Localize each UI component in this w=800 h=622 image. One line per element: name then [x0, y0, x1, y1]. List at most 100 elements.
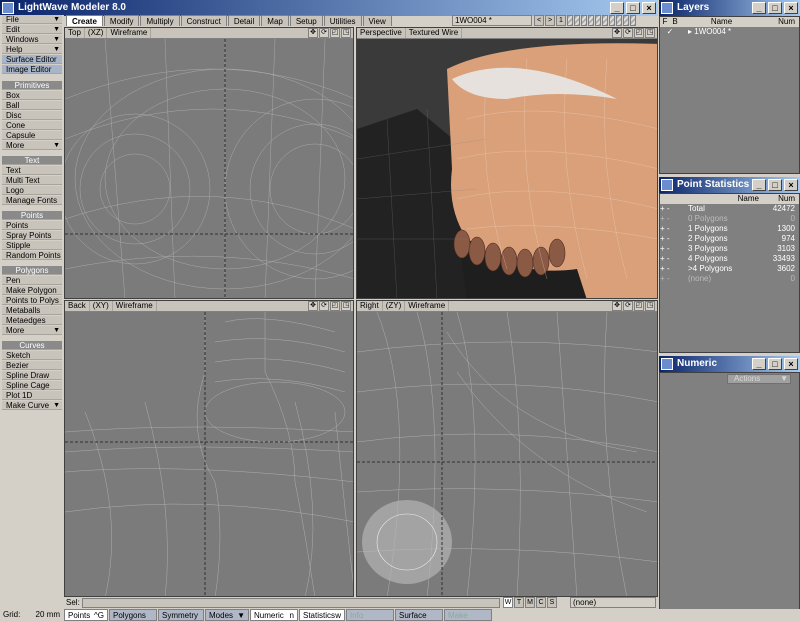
surface-select[interactable]: (none)	[570, 597, 656, 608]
pen-button[interactable]: Pen	[2, 276, 62, 285]
move-view-icon[interactable]: ✥	[612, 301, 622, 311]
logo-button[interactable]: Logo	[2, 186, 62, 195]
cone-button[interactable]: Cone	[2, 121, 62, 130]
text-button[interactable]: Text	[2, 166, 62, 175]
surface-editor-button[interactable]: Surface Editor	[2, 55, 62, 64]
points-mode-button[interactable]: Points ^G	[64, 609, 108, 621]
metaballs-button[interactable]: Metaballs	[2, 306, 62, 315]
spray-points-button[interactable]: Spray Points	[2, 231, 62, 240]
make-button[interactable]: Make	[444, 609, 492, 621]
plus-minus-icon[interactable]: + -	[660, 234, 684, 244]
maximize-icon[interactable]: □	[768, 358, 782, 370]
stats-row[interactable]: + - Total 42472	[660, 204, 799, 214]
ball-button[interactable]: Ball	[2, 101, 62, 110]
move-view-icon[interactable]: ✥	[612, 28, 622, 38]
stats-row[interactable]: + - 0 Polygons 0	[660, 214, 799, 224]
plot-1d-button[interactable]: Plot 1D	[2, 391, 62, 400]
layer-slot[interactable]	[630, 15, 636, 26]
render-mode-select[interactable]: Wireframe	[113, 301, 157, 311]
multi-text-button[interactable]: Multi Text	[2, 176, 62, 185]
bezier-button[interactable]: Bezier	[2, 361, 62, 370]
render-mode-select[interactable]: Wireframe	[107, 28, 152, 38]
rotate-view-icon[interactable]: ⟳	[319, 28, 329, 38]
minimize-icon[interactable]: _	[610, 2, 624, 14]
polygons-mode-button[interactable]: Polygons	[109, 609, 157, 621]
close-icon[interactable]: ×	[642, 2, 656, 14]
tab-setup[interactable]: Setup	[289, 15, 323, 26]
points-to-polys-button[interactable]: Points to Polys	[2, 296, 62, 305]
minimize-icon[interactable]: _	[752, 2, 766, 14]
random-points-button[interactable]: Random Points	[2, 251, 62, 260]
make-polygon-button[interactable]: Make Polygon	[2, 286, 62, 295]
plus-minus-icon[interactable]: + -	[660, 214, 684, 224]
tab-utilities[interactable]: Utilities	[323, 15, 362, 26]
spline-cage-button[interactable]: Spline Cage	[2, 381, 62, 390]
maximize-view-icon[interactable]: ◳	[341, 301, 351, 311]
primitives-more-menu[interactable]: More ▼	[2, 141, 62, 150]
layer-slot[interactable]	[616, 15, 622, 26]
layer-slot[interactable]	[574, 15, 580, 26]
minimize-icon[interactable]: _	[752, 179, 766, 191]
layer-slot[interactable]	[567, 15, 573, 26]
actions-dropdown[interactable]: Actions ▼	[727, 374, 791, 384]
rotate-view-icon[interactable]: ⟳	[623, 301, 633, 311]
plus-minus-icon[interactable]: + -	[660, 204, 684, 214]
plus-minus-icon[interactable]: + -	[660, 274, 684, 284]
zoom-view-icon[interactable]: ◰	[330, 28, 340, 38]
viewport-back[interactable]: Back (XY) Wireframe ✥ ⟳ ◰ ◳	[64, 300, 354, 597]
rotate-view-icon[interactable]: ⟳	[319, 301, 329, 311]
render-mode-select[interactable]: Wireframe	[405, 301, 450, 311]
layer-next-icon[interactable]: >	[545, 15, 555, 26]
manage-fonts-button[interactable]: Manage Fonts	[2, 196, 62, 205]
edit-menu[interactable]: Edit ▼	[2, 25, 62, 34]
tab-detail[interactable]: Detail	[227, 15, 261, 26]
t-button[interactable]: T	[514, 597, 524, 608]
view-type-select[interactable]: Perspective	[357, 28, 406, 38]
rotate-view-icon[interactable]: ⟳	[623, 28, 633, 38]
metaedges-button[interactable]: Metaedges	[2, 316, 62, 325]
layer-slot[interactable]	[623, 15, 629, 26]
zoom-view-icon[interactable]: ◰	[634, 301, 644, 311]
tab-create[interactable]: Create	[66, 15, 103, 26]
maximize-view-icon[interactable]: ◳	[341, 28, 351, 38]
layer-slot[interactable]	[588, 15, 594, 26]
numeric-button[interactable]: Numeric n	[250, 609, 298, 621]
tab-construct[interactable]: Construct	[180, 15, 227, 26]
tab-multiply[interactable]: Multiply	[140, 15, 180, 26]
layer-slot[interactable]	[602, 15, 608, 26]
m-button[interactable]: M	[525, 597, 535, 608]
image-editor-button[interactable]: Image Editor	[2, 65, 62, 74]
surface-button[interactable]: Surface	[395, 609, 443, 621]
layer-slot[interactable]	[595, 15, 601, 26]
plus-minus-icon[interactable]: + -	[660, 254, 684, 264]
box-button[interactable]: Box	[2, 91, 62, 100]
plus-minus-icon[interactable]: + -	[660, 224, 684, 234]
stats-row[interactable]: + - 2 Polygons 974	[660, 234, 799, 244]
layer-slot-1[interactable]: 1	[556, 15, 566, 26]
view-type-select[interactable]: Top	[65, 28, 85, 38]
disc-button[interactable]: Disc	[2, 111, 62, 120]
close-icon[interactable]: ×	[784, 358, 798, 370]
stats-row[interactable]: + - 3 Polygons 3103	[660, 244, 799, 254]
maximize-view-icon[interactable]: ◳	[645, 301, 655, 311]
stats-row[interactable]: + - (none) 0	[660, 274, 799, 284]
maximize-view-icon[interactable]: ◳	[645, 28, 655, 38]
move-view-icon[interactable]: ✥	[308, 28, 318, 38]
symmetry-button[interactable]: Symmetry	[158, 609, 204, 621]
zoom-view-icon[interactable]: ◰	[634, 28, 644, 38]
view-type-select[interactable]: Back	[65, 301, 90, 311]
help-menu[interactable]: Help ▼	[2, 45, 62, 54]
spline-draw-button[interactable]: Spline Draw	[2, 371, 62, 380]
stipple-button[interactable]: Stipple	[2, 241, 62, 250]
close-icon[interactable]: ×	[784, 2, 798, 14]
statistics-button[interactable]: Statistics w	[299, 609, 345, 621]
layer-slot[interactable]	[609, 15, 615, 26]
maximize-icon[interactable]: □	[626, 2, 640, 14]
stats-row[interactable]: + - >4 Polygons 3602	[660, 264, 799, 274]
move-view-icon[interactable]: ✥	[308, 301, 318, 311]
view-type-select[interactable]: Right	[357, 301, 383, 311]
info-button[interactable]: Info	[346, 609, 394, 621]
render-mode-select[interactable]: Textured Wire	[406, 28, 463, 38]
plus-minus-icon[interactable]: + -	[660, 244, 684, 254]
maximize-icon[interactable]: □	[768, 179, 782, 191]
